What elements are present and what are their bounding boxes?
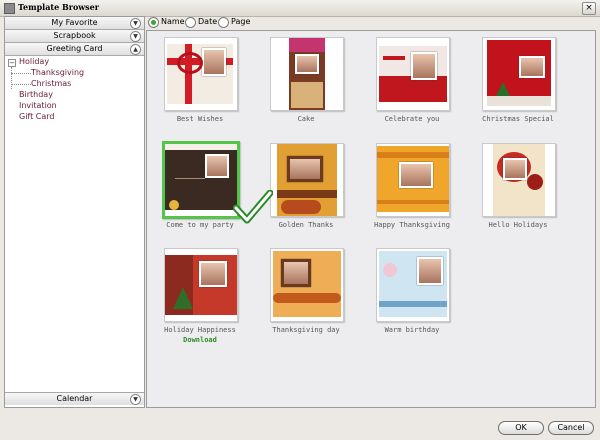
template-card[interactable]: Celebrate you [372, 37, 452, 133]
sort-page-radio[interactable] [218, 17, 229, 28]
orange-thanksgiving-card-icon[interactable] [376, 143, 450, 217]
template-card[interactable]: Christmas Special [478, 37, 558, 133]
sort-date-label: Date [198, 17, 218, 26]
category-label: My Favorite [51, 18, 98, 27]
template-title: Best Wishes [176, 115, 224, 123]
category-label: Calendar [56, 394, 93, 403]
template-title: Hello Holidays [488, 221, 548, 229]
red-christmas-card-icon[interactable] [482, 37, 556, 111]
red-birthday-card-icon[interactable] [376, 37, 450, 111]
category-label: Scrapbook [53, 31, 96, 40]
tree-item-invitation[interactable]: Invitation [19, 100, 57, 111]
app-icon [4, 3, 15, 14]
sort-date-radio[interactable] [185, 17, 196, 28]
blue-birthday-card-icon[interactable] [376, 248, 450, 322]
template-card[interactable]: Happy Thanksgiving [372, 143, 452, 239]
window-title: Template Browser [18, 2, 99, 12]
chevron-down-icon[interactable]: ▼ [130, 394, 141, 405]
download-link[interactable]: Download [160, 336, 240, 344]
cream-holidays-card-icon[interactable] [482, 143, 556, 217]
sort-name-radio[interactable] [148, 17, 159, 28]
category-greeting-card[interactable]: Greeting Card ▲ [5, 43, 144, 56]
category-calendar[interactable]: Calendar ▼ [5, 392, 144, 405]
template-card[interactable]: Best Wishes [160, 37, 240, 133]
template-title: Thanksgiving day [272, 326, 340, 334]
cancel-button[interactable]: Cancel [548, 421, 594, 435]
template-grid: Best Wishes Cake Celebrate you Christmas… [146, 30, 596, 408]
chevron-up-icon[interactable]: ▲ [130, 44, 141, 55]
golden-thanks-card-icon[interactable] [270, 143, 344, 217]
template-title: Cake [297, 115, 315, 123]
tree-item-thanksgiving[interactable]: Thanksgiving [31, 67, 84, 78]
category-panel: My Favorite ▼ Scrapbook ▼ Greeting Card … [4, 16, 145, 408]
category-my-favorite[interactable]: My Favorite ▼ [5, 17, 144, 30]
template-card[interactable]: Holiday Happiness Download [160, 248, 240, 344]
brown-cake-card-icon[interactable] [270, 37, 344, 111]
category-label: Greeting Card [46, 44, 103, 53]
chevron-down-icon[interactable]: ▼ [130, 31, 141, 42]
template-card[interactable]: Hello Holidays [478, 143, 558, 239]
tree-item-holiday[interactable]: Holiday [19, 56, 49, 67]
template-card[interactable]: Come to my party [160, 141, 240, 239]
template-card[interactable]: Cake [266, 37, 346, 133]
tree-item-gift-card[interactable]: Gift Card [19, 111, 55, 122]
template-title: Golden Thanks [278, 221, 334, 229]
title-bar: Template Browser × [0, 0, 600, 17]
tree-item-christmas[interactable]: Christmas [31, 78, 71, 89]
tree-connector [11, 67, 12, 89]
template-title: Happy Thanksgiving [374, 221, 450, 229]
orange-autumn-card-icon[interactable] [270, 248, 344, 322]
template-card[interactable]: Warm birthday [372, 248, 452, 344]
tree-connector [11, 73, 31, 74]
ok-button[interactable]: OK [498, 421, 544, 435]
tree-item-birthday[interactable]: Birthday [19, 89, 53, 100]
checkmark-icon [233, 190, 273, 224]
template-title: Christmas Special [482, 115, 554, 123]
green-holiday-card-icon[interactable] [164, 248, 238, 322]
template-title: Warm birthday [384, 326, 440, 334]
tree-connector [11, 84, 31, 85]
collapse-icon[interactable]: − [8, 59, 16, 67]
template-card[interactable]: Golden Thanks [266, 143, 346, 239]
chevron-down-icon[interactable]: ▼ [130, 18, 141, 29]
close-button[interactable]: × [582, 2, 596, 15]
sort-name-label: Name [161, 17, 185, 26]
template-title: Celebrate you [384, 115, 440, 123]
sort-page-label: Page [231, 17, 251, 26]
template-card[interactable]: Thanksgiving day [266, 248, 346, 344]
dark-party-card-icon[interactable] [162, 141, 240, 219]
category-scrapbook[interactable]: Scrapbook ▼ [5, 30, 144, 43]
red-ribbon-card-icon[interactable] [164, 37, 238, 111]
template-title: Holiday Happiness [164, 326, 236, 334]
